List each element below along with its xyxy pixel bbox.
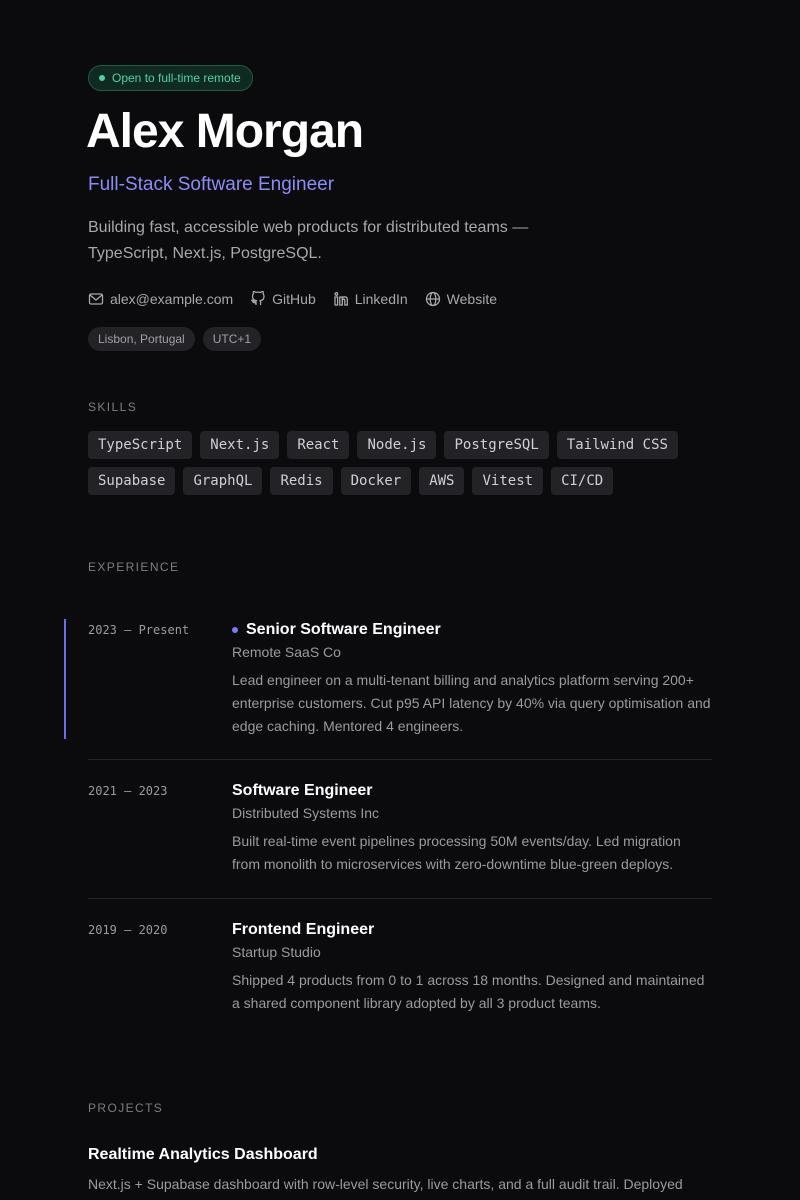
experience-description: Shipped 4 products from 0 to 1 across 18… <box>232 972 705 1011</box>
experience-description: Built real-time event pipelines processi… <box>232 833 681 872</box>
experience-title: Frontend Engineer <box>232 921 375 938</box>
github-icon <box>251 291 265 305</box>
availability-badge: Open to full-time remote <box>88 65 253 91</box>
experience-dates: 2021 — 2023 <box>88 784 168 798</box>
skill-chip: Redis <box>270 467 333 495</box>
skill-chip: Docker <box>340 467 412 495</box>
mail-icon <box>88 293 104 305</box>
experience-title: Software Engineer <box>232 782 373 799</box>
profile-bio: Building fast, accessible web products f… <box>88 219 529 262</box>
experience-description: Lead engineer on a multi-tenant billing … <box>232 672 711 734</box>
availability-text: Open to full-time remote <box>112 71 241 85</box>
skills-heading: SKILLS <box>88 400 138 414</box>
website-link[interactable]: Website <box>425 291 497 307</box>
github-link[interactable]: GitHub <box>250 291 316 307</box>
linkedin-icon <box>334 292 348 306</box>
skill-chip: AWS <box>419 467 465 495</box>
skill-chip: Supabase <box>88 467 176 495</box>
website-label: Website <box>446 291 497 307</box>
experience-company: Distributed Systems Inc <box>232 805 380 821</box>
skill-chip: PostgreSQL <box>444 431 549 459</box>
skill-chip: Vitest <box>472 467 544 495</box>
experience-company: Startup Studio <box>232 944 321 960</box>
location-tag: Lisbon, Portugal <box>88 327 195 351</box>
current-dot <box>232 627 238 633</box>
experience-title-row: Senior Software Engineer <box>232 620 712 640</box>
profile-role: Full-Stack Software Engineer <box>88 174 335 195</box>
skill-chip: Node.js <box>357 431 437 459</box>
github-label: GitHub <box>272 291 316 307</box>
email-label: alex@example.com <box>110 291 234 307</box>
experience-title: Senior Software Engineer <box>246 621 441 638</box>
project-title[interactable]: Realtime Analytics Dashboard <box>88 1146 318 1164</box>
linkedin-link[interactable]: LinkedIn <box>333 291 408 307</box>
skill-chip: React <box>287 431 350 459</box>
skills-list: TypeScript Next.js React Node.js Postgre… <box>88 431 708 495</box>
experience-company: Remote SaaS Co <box>232 644 341 660</box>
current-role-indicator <box>64 619 66 739</box>
skill-chip: Tailwind CSS <box>556 431 678 459</box>
profile-name: Alex Morgan <box>86 105 364 158</box>
timezone-tag: UTC+1 <box>202 327 262 351</box>
project-description: Next.js + Supabase dashboard with row-le… <box>88 1176 683 1192</box>
divider <box>88 898 712 899</box>
experience-dates: 2019 — 2020 <box>88 923 168 937</box>
status-dot <box>99 75 105 81</box>
skill-chip: TypeScript <box>88 431 193 459</box>
meta-tags: Lisbon, Portugal UTC+1 <box>88 327 262 351</box>
experience-heading: EXPERIENCE <box>88 560 180 574</box>
skill-chip: CI/CD <box>551 467 614 495</box>
projects-heading: PROJECTS <box>88 1101 164 1115</box>
divider <box>88 759 712 760</box>
experience-dates: 2023 — Present <box>88 623 190 637</box>
email-link[interactable]: alex@example.com <box>88 291 233 307</box>
linkedin-label: LinkedIn <box>354 291 408 307</box>
skill-chip: Next.js <box>200 431 280 459</box>
skill-chip: GraphQL <box>183 467 263 495</box>
contact-links: alex@example.com GitHub LinkedIn Website <box>88 291 497 307</box>
globe-icon <box>425 291 440 307</box>
